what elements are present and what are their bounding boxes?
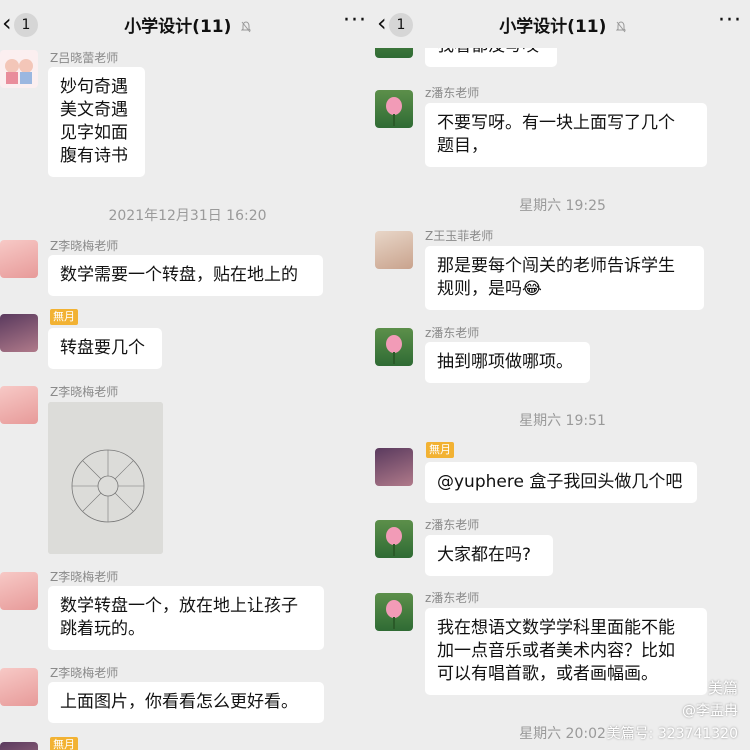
- avatar[interactable]: [375, 520, 413, 558]
- message-bubble[interactable]: 大家都在吗?: [425, 535, 553, 576]
- sketch-drawing: [48, 402, 163, 554]
- member-badge: 無月: [50, 309, 78, 325]
- member-badge: 無月: [426, 442, 454, 458]
- sender-name: Z李晓梅老师: [50, 666, 119, 680]
- sender-name: z潘东老师: [425, 518, 480, 532]
- mute-bell-icon: [615, 21, 626, 33]
- timestamp: 2021年12月31日 16:20: [108, 208, 267, 224]
- sender-name: Z李晓梅老师: [50, 239, 119, 253]
- sender-name: z潘东老师: [425, 591, 480, 605]
- message-bubble[interactable]: 妙句奇遇 美文奇遇 见字如面 腹有诗书: [48, 67, 145, 177]
- chat-title-wrap: 小学设计(11): [0, 12, 375, 37]
- message-bubble[interactable]: 抽到哪项做哪项。: [425, 342, 590, 383]
- sender-name: z潘东老师: [425, 86, 480, 100]
- avatar[interactable]: [375, 448, 413, 486]
- avatar[interactable]: [0, 386, 38, 424]
- sender-name: Z李晓梅老师: [50, 570, 119, 584]
- avatar[interactable]: [0, 314, 38, 352]
- chat-title: 小学设计(11): [124, 17, 232, 37]
- chat-title-wrap: 小学设计(11): [375, 12, 750, 37]
- message-bubble[interactable]: 那是要每个闯关的老师告诉学生 规则，是吗😂: [425, 246, 704, 310]
- avatar[interactable]: [0, 572, 38, 610]
- timestamp: 星期六 19:51: [519, 413, 606, 429]
- chat-title: 小学设计(11): [499, 17, 607, 37]
- avatar[interactable]: [0, 742, 38, 750]
- avatar[interactable]: [375, 593, 413, 631]
- sender-name: Z李晓梅老师: [50, 385, 119, 399]
- message-bubble[interactable]: 不要写呀。有一块上面写了几个 题目，: [425, 103, 707, 167]
- message-bubble[interactable]: 我在想语文数学学科里面能不能 加一点音乐或者美术内容？比如 可以有唱首歌，或者画…: [425, 608, 707, 695]
- chat-pane-left: ‹ 1 小学设计(11) ··· Z吕晓蕾老师 妙句奇遇 美文奇遇 见字如面 腹…: [0, 0, 375, 750]
- message-bubble[interactable]: 上面图片，你看看怎么更好看。: [48, 682, 324, 723]
- more-options-icon[interactable]: ···: [343, 8, 367, 33]
- avatar[interactable]: [0, 240, 38, 278]
- watermark-id: 美篇号: 323741320: [606, 726, 738, 742]
- avatar[interactable]: [375, 231, 413, 269]
- avatar[interactable]: [0, 668, 38, 706]
- message-bubble[interactable]: 转盘要几个: [48, 328, 162, 369]
- sender-name: Z王玉菲老师: [425, 229, 494, 243]
- chat-header: ‹ 1 小学设计(11) ···: [375, 0, 750, 48]
- avatar[interactable]: [375, 90, 413, 128]
- chat-pane-right: 我看都没写哎 ‹ 1 小学设计(11) ··· z潘东老师 不要写呀。有一块上面…: [375, 0, 750, 750]
- member-badge: 無月: [50, 737, 78, 750]
- more-options-icon[interactable]: ···: [718, 8, 742, 33]
- watermark-brand: 美篇: [707, 679, 738, 697]
- sender-name: z潘东老师: [425, 326, 480, 340]
- message-bubble[interactable]: 数学需要一个转盘，贴在地上的: [48, 255, 323, 296]
- mute-bell-icon: [240, 21, 251, 33]
- message-bubble[interactable]: 数学转盘一个，放在地上让孩子 跳着玩的。: [48, 586, 324, 650]
- sender-name: Z吕晓蕾老师: [50, 51, 119, 65]
- avatar[interactable]: [375, 328, 413, 366]
- message-bubble[interactable]: @yuphere 盒子我回头做几个吧: [425, 462, 697, 503]
- turntable-sketch-image[interactable]: [48, 402, 163, 554]
- timestamp: 星期六 19:25: [519, 198, 606, 214]
- watermark-user: @李盂冉: [682, 703, 738, 719]
- chat-header: ‹ 1 小学设计(11) ···: [0, 0, 375, 48]
- avatar[interactable]: [0, 50, 38, 88]
